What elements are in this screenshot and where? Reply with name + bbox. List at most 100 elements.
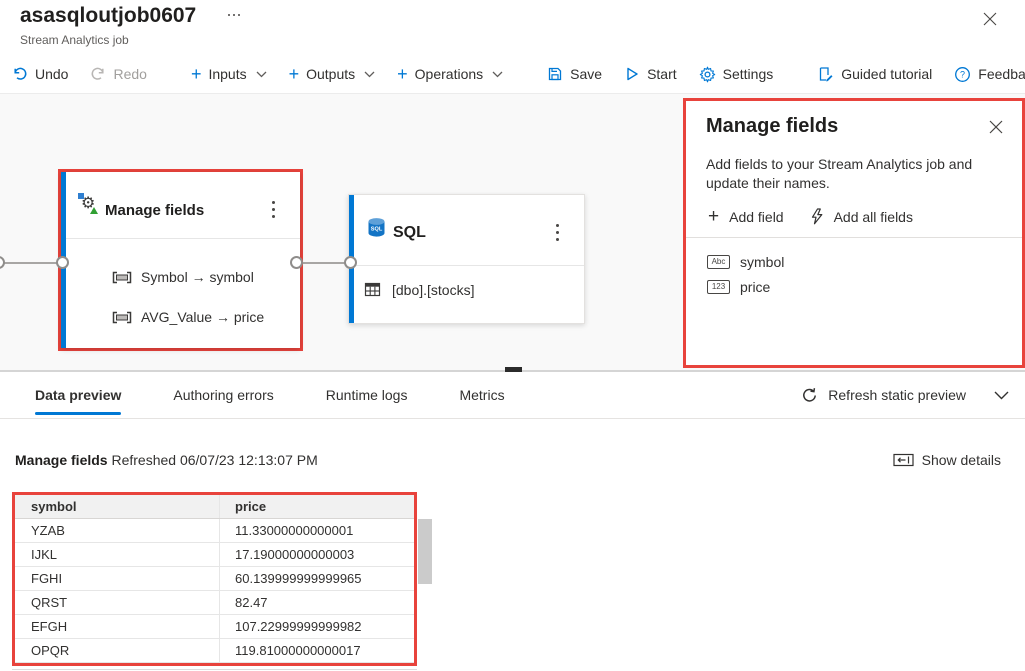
chevron-down-icon bbox=[364, 71, 375, 78]
add-outputs-menu[interactable]: + Outputs bbox=[289, 66, 376, 82]
chevron-down-icon bbox=[256, 71, 267, 78]
guided-tutorial-label: Guided tutorial bbox=[841, 66, 932, 82]
field-mapping-icon bbox=[112, 271, 132, 284]
connector-port[interactable] bbox=[56, 256, 69, 269]
column-header-symbol[interactable]: symbol bbox=[15, 495, 220, 518]
help-circle-icon: ? bbox=[954, 66, 971, 83]
field-mapping-row[interactable]: Symbol → symbol bbox=[112, 262, 254, 292]
table-ref-row[interactable]: [dbo].[stocks] bbox=[364, 281, 474, 298]
redo-button[interactable]: Redo bbox=[90, 66, 146, 82]
connector-port[interactable] bbox=[0, 256, 5, 269]
plus-icon: + bbox=[191, 67, 202, 81]
table-row[interactable]: EFGH 107.22999999999982 bbox=[15, 615, 414, 639]
sql-database-icon: SQL bbox=[365, 216, 388, 239]
stream-analytics-editor: asasqloutjob0607 Stream Analytics job Un… bbox=[0, 0, 1025, 671]
panel-title: Manage fields bbox=[706, 115, 838, 138]
guided-tutorial-button[interactable]: Guided tutorial bbox=[817, 66, 932, 83]
string-type-icon: Abc bbox=[707, 255, 730, 269]
manage-fields-node-highlight: ⚙ Manage fields Symbol → symbol AVG_Valu… bbox=[58, 169, 303, 351]
feedback-button[interactable]: ? Feedback bbox=[954, 66, 1025, 83]
add-field-button[interactable]: + Add field bbox=[708, 209, 784, 225]
table-row[interactable]: QRST 82.47 bbox=[15, 591, 414, 615]
cell-price: 11.33000000000001 bbox=[220, 523, 414, 538]
save-button[interactable]: Save bbox=[547, 66, 602, 82]
field-name: price bbox=[740, 279, 770, 295]
undo-label: Undo bbox=[35, 66, 68, 82]
cell-price: 107.22999999999982 bbox=[220, 619, 414, 634]
field-list-item[interactable]: Abc symbol bbox=[707, 254, 784, 270]
preview-status: Manage fields Refreshed 06/07/23 12:13:0… bbox=[15, 452, 318, 468]
outputs-label: Outputs bbox=[306, 66, 355, 82]
table-ref-label: [dbo].[stocks] bbox=[392, 282, 474, 298]
cell-symbol: QRST bbox=[15, 591, 220, 614]
redo-icon bbox=[90, 66, 106, 82]
node-menu-icon[interactable] bbox=[269, 198, 278, 221]
add-operations-menu[interactable]: + Operations bbox=[397, 66, 503, 82]
refresh-static-preview-button[interactable]: Refresh static preview bbox=[801, 372, 1009, 418]
table-row[interactable]: OPQR 119.81000000000017 bbox=[15, 639, 414, 663]
close-icon[interactable] bbox=[988, 119, 1004, 135]
inputs-label: Inputs bbox=[208, 66, 246, 82]
refresh-icon bbox=[801, 387, 818, 404]
more-options-icon[interactable] bbox=[228, 14, 240, 16]
save-label: Save bbox=[570, 66, 602, 82]
table-vscrollbar[interactable] bbox=[418, 519, 432, 584]
add-inputs-menu[interactable]: + Inputs bbox=[191, 66, 267, 82]
command-bar: Undo Redo + Inputs + Outputs + Operation… bbox=[0, 55, 1025, 93]
connection-line bbox=[0, 262, 58, 264]
tab-runtime-logs[interactable]: Runtime logs bbox=[326, 372, 408, 418]
table-header-row: symbol price bbox=[15, 495, 414, 519]
svg-text:SQL: SQL bbox=[371, 227, 383, 233]
manage-fields-icon: ⚙ bbox=[78, 193, 99, 214]
cell-symbol: FGHI bbox=[15, 567, 220, 590]
field-list-item[interactable]: 123 price bbox=[707, 279, 784, 295]
page-title: asasqloutjob0607 bbox=[20, 4, 196, 28]
undo-button[interactable]: Undo bbox=[12, 66, 68, 82]
lightning-icon bbox=[810, 208, 824, 225]
column-header-price[interactable]: price bbox=[220, 499, 414, 514]
sql-output-node[interactable]: SQL SQL [dbo].[stocks] bbox=[348, 194, 585, 324]
operations-label: Operations bbox=[415, 66, 483, 82]
add-all-fields-label: Add all fields bbox=[834, 209, 913, 225]
page-header: asasqloutjob0607 Stream Analytics job bbox=[0, 0, 1025, 55]
refresh-label: Refresh static preview bbox=[828, 387, 966, 403]
node-title: SQL bbox=[393, 224, 426, 242]
table-row[interactable]: FGHI 60.139999999999965 bbox=[15, 567, 414, 591]
table-row[interactable]: YZAB 11.33000000000001 bbox=[15, 519, 414, 543]
add-all-fields-button[interactable]: Add all fields bbox=[810, 208, 913, 225]
settings-button[interactable]: Settings bbox=[699, 66, 774, 83]
plus-icon: + bbox=[289, 67, 300, 81]
show-details-button[interactable]: Show details bbox=[893, 452, 1001, 468]
start-button[interactable]: Start bbox=[624, 66, 677, 82]
node-divider bbox=[66, 238, 300, 239]
chevron-down-icon[interactable] bbox=[994, 391, 1009, 400]
plus-icon: + bbox=[708, 209, 719, 225]
field-mapping-row[interactable]: AVG_Value → price bbox=[112, 302, 264, 332]
node-menu-icon[interactable] bbox=[553, 221, 562, 244]
redo-label: Redo bbox=[113, 66, 146, 82]
settings-label: Settings bbox=[723, 66, 774, 82]
node-title: Manage fields bbox=[105, 202, 204, 219]
field-name: symbol bbox=[740, 254, 784, 270]
cell-price: 82.47 bbox=[220, 595, 414, 610]
cell-price: 119.81000000000017 bbox=[220, 643, 414, 658]
field-list: Abc symbol 123 price bbox=[707, 254, 784, 295]
save-icon bbox=[547, 66, 563, 82]
chevron-down-icon bbox=[492, 71, 503, 78]
manage-fields-panel: Manage fields Add fields to your Stream … bbox=[683, 98, 1025, 368]
connector-port[interactable] bbox=[344, 256, 357, 269]
tab-data-preview[interactable]: Data preview bbox=[35, 372, 121, 418]
connector-port[interactable] bbox=[290, 256, 303, 269]
start-label: Start bbox=[647, 66, 677, 82]
tab-authoring-errors[interactable]: Authoring errors bbox=[173, 372, 273, 418]
cell-price: 60.139999999999965 bbox=[220, 571, 414, 586]
preview-node-title: Manage fields bbox=[15, 452, 108, 468]
cell-symbol: OPQR bbox=[15, 639, 220, 662]
field-mapping-label: AVG_Value → price bbox=[141, 309, 264, 325]
table-row[interactable]: IJKL 17.19000000000003 bbox=[15, 543, 414, 567]
tab-metrics[interactable]: Metrics bbox=[459, 372, 504, 418]
cell-price: 17.19000000000003 bbox=[220, 547, 414, 562]
manage-fields-node[interactable]: ⚙ Manage fields Symbol → symbol AVG_Valu… bbox=[61, 172, 300, 348]
close-icon[interactable] bbox=[980, 9, 1000, 29]
page-subtitle: Stream Analytics job bbox=[20, 33, 129, 47]
